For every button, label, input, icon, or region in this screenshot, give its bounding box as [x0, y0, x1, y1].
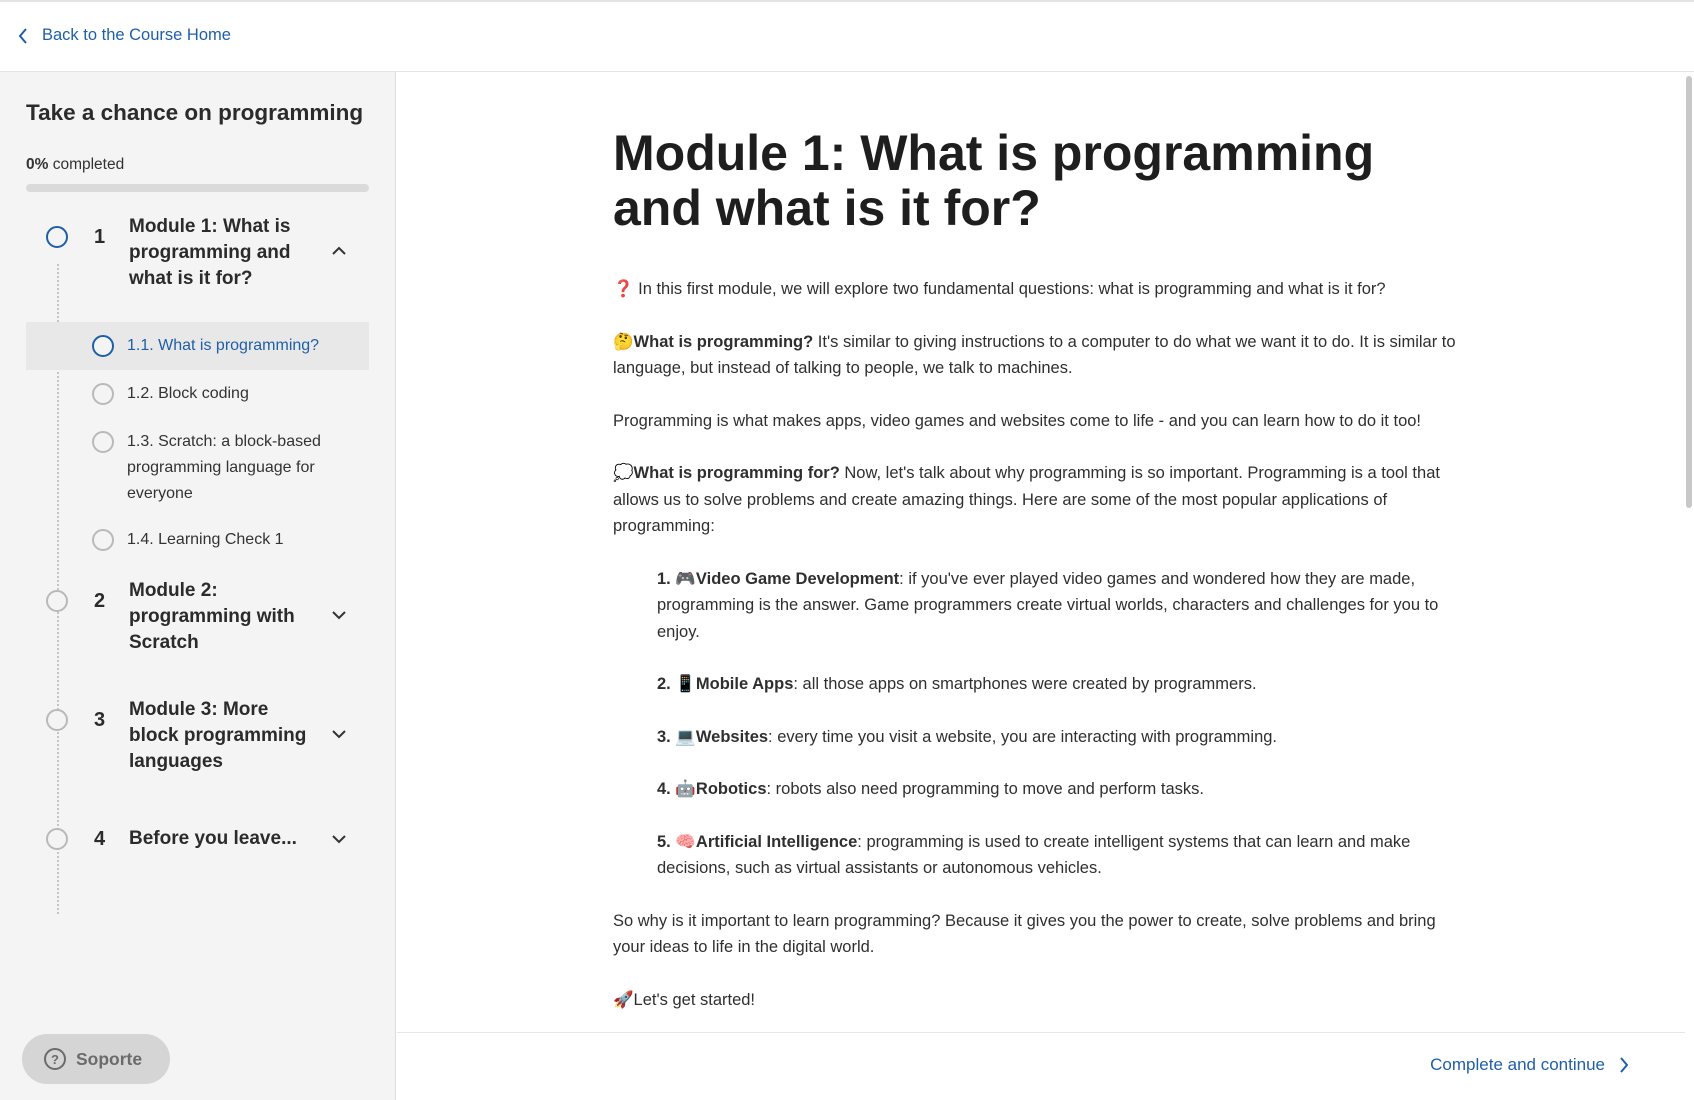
lesson-1-4[interactable]: 1.4. Learning Check 1: [26, 516, 369, 564]
list-item-heading: Video Game Development: [695, 569, 900, 588]
list-item-text: : every time you visit a website, you ar…: [768, 727, 1278, 746]
module-2-title: Module 2: programming with Scratch: [129, 580, 295, 653]
support-button[interactable]: ? Soporte: [22, 1034, 170, 1084]
module-1-header[interactable]: 1 Module 1: What is programming and what…: [0, 214, 396, 294]
thinking-emoji-icon: 🤔: [613, 332, 634, 351]
list-item-heading: Robotics: [695, 780, 767, 798]
what-is-programming-heading: What is programming?: [633, 332, 814, 351]
module-4-header[interactable]: 4 Before you leave...: [0, 816, 396, 860]
laptop-emoji-icon: 💻: [675, 727, 696, 746]
question-emoji-icon: ❓: [613, 280, 634, 298]
progress-percent: 0%: [26, 156, 49, 173]
list-item-text: : robots also need programming to move a…: [766, 780, 1204, 798]
module-3-number: 3: [94, 709, 106, 731]
module-4-status-circle: [46, 828, 68, 850]
chevron-right-icon: [1620, 1057, 1629, 1073]
progress-suffix: completed: [48, 156, 125, 173]
rocket-emoji-icon: 🚀: [613, 990, 634, 1009]
module-3-header[interactable]: 3 Module 3: More block programming langu…: [0, 697, 396, 777]
support-label: Soporte: [76, 1048, 143, 1069]
robot-emoji-icon: 🤖: [675, 780, 696, 798]
lesson-1-3[interactable]: 1.3. Scratch: a block-based programming …: [26, 418, 369, 516]
chevron-down-icon[interactable]: [332, 729, 346, 739]
list-item: 3. 💻Websites: every time you visit a web…: [657, 724, 1463, 751]
what-is-it-for-heading: What is programming for?: [633, 464, 840, 482]
page-title: Module 1: What is programming and what i…: [613, 125, 1375, 236]
list-item-number: 4.: [657, 780, 676, 798]
course-sidebar: Take a chance on programming 0% complete…: [0, 72, 396, 1100]
thought-bubble-emoji-icon: 💭: [613, 464, 634, 482]
get-started-text: Let's get started!: [633, 990, 756, 1009]
lesson-1-3-label: 1.3. Scratch: a block-based programming …: [127, 433, 321, 502]
what-is-programming-paragraph: 🤔What is programming? It's similar to gi…: [613, 329, 1463, 382]
lesson-1-1-status-circle: [92, 335, 114, 357]
lesson-1-2-status-circle: [92, 383, 114, 405]
lesson-1-4-label: 1.4. Learning Check 1: [127, 531, 284, 548]
list-item: 2. 📱Mobile Apps: all those apps on smart…: [657, 671, 1463, 698]
list-item-number: 1.: [657, 569, 676, 588]
what-is-it-for-paragraph: 💭What is programming for? Now, let's tal…: [613, 460, 1463, 540]
chevron-down-icon[interactable]: [332, 834, 346, 844]
list-item-number: 2.: [657, 675, 676, 693]
chevron-down-icon[interactable]: [332, 610, 346, 620]
list-item-number: 5.: [657, 832, 676, 851]
module-1-number: 1: [94, 226, 106, 248]
intro-paragraph: ❓ In this first module, we will explore …: [613, 276, 1463, 303]
mobile-phone-emoji-icon: 📱: [675, 675, 696, 693]
lesson-1-4-status-circle: [92, 529, 114, 551]
list-item: 5. 🧠Artificial Intelligence: programming…: [657, 829, 1463, 882]
module-2-header[interactable]: 2 Module 2: programming with Scratch: [0, 578, 396, 658]
apps-paragraph: Programming is what makes apps, video ga…: [613, 411, 1422, 430]
module-1-title: Module 1: What is programming and what i…: [129, 216, 291, 289]
list-item-text: : all those apps on smartphones were cre…: [793, 675, 1257, 693]
lesson-1-1-label: 1.1. What is programming?: [127, 337, 320, 354]
bottom-action-bar: Complete and continue: [397, 1032, 1685, 1100]
list-item: 4. 🤖Robotics: robots also need programmi…: [657, 776, 1463, 803]
game-controller-emoji-icon: 🎮: [675, 569, 696, 588]
list-item-heading: Mobile Apps: [695, 675, 794, 693]
lesson-1-2-label: 1.2. Block coding: [127, 385, 249, 402]
applications-list: 1. 🎮Video Game Development: if you've ev…: [613, 566, 1463, 882]
progress-bar: [26, 184, 369, 192]
list-item-heading: Artificial Intelligence: [695, 832, 858, 851]
chevron-left-icon: [18, 27, 27, 44]
module-2-number: 2: [94, 590, 106, 612]
module-2-status-circle: [46, 590, 68, 612]
course-title: Take a chance on programming: [26, 100, 364, 125]
lesson-1-1[interactable]: 1.1. What is programming?: [26, 322, 369, 370]
brain-emoji-icon: 🧠: [675, 832, 696, 851]
complete-label: Complete and continue: [1430, 1055, 1605, 1074]
progress-text: 0% completed: [26, 156, 124, 174]
chevron-up-icon[interactable]: [332, 246, 346, 256]
lesson-content: Module 1: What is programming and what i…: [613, 126, 1463, 1039]
lesson-1-3-status-circle: [92, 431, 114, 453]
why-learn-paragraph: So why is it important to learn programm…: [613, 911, 1436, 957]
lesson-content-area: Module 1: What is programming and what i…: [397, 72, 1694, 1100]
top-bar: Back to the Course Home: [0, 0, 1694, 72]
scrollbar-thumb[interactable]: [1686, 76, 1692, 508]
lesson-1-2[interactable]: 1.2. Block coding: [26, 370, 369, 418]
intro-text: In this first module, we will explore tw…: [633, 280, 1386, 298]
module-3-title: Module 3: More block programming languag…: [129, 699, 307, 772]
list-item-number: 3.: [657, 727, 676, 746]
module-4-title: Before you leave...: [129, 828, 297, 849]
module-4-number: 4: [94, 828, 106, 850]
back-link-label: Back to the Course Home: [42, 26, 231, 44]
complete-and-continue-button[interactable]: Complete and continue: [1430, 1055, 1629, 1075]
back-to-course-home-link[interactable]: Back to the Course Home: [18, 26, 231, 45]
module-3-status-circle: [46, 709, 68, 731]
list-item-heading: Websites: [695, 727, 769, 746]
module-1-status-circle: [46, 226, 68, 248]
list-item: 1. 🎮Video Game Development: if you've ev…: [657, 566, 1463, 646]
help-circle-icon: ?: [44, 1048, 66, 1070]
get-started-paragraph: 🚀Let's get started!: [613, 987, 1463, 1014]
